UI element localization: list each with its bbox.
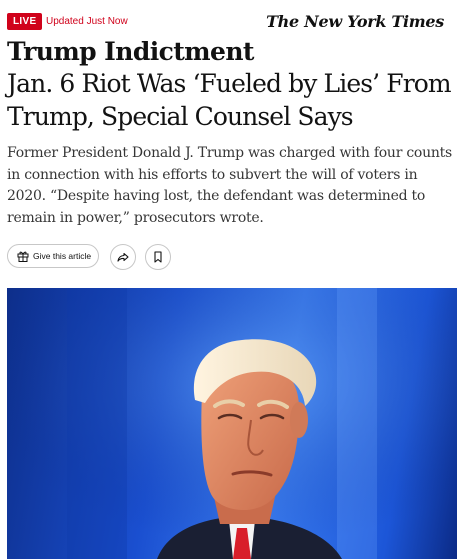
- give-article-button[interactable]: Give this article: [7, 244, 99, 268]
- article-kicker[interactable]: Trump Indictment: [7, 36, 459, 67]
- bookmark-icon: [154, 251, 162, 263]
- live-badge[interactable]: LIVE: [7, 13, 43, 30]
- article-actions: Give this article: [7, 244, 207, 270]
- nyt-logo[interactable]: The New York Times: [266, 11, 444, 33]
- updated-timestamp: Updated Just Now: [46, 16, 128, 27]
- article-headline[interactable]: Jan. 6 Riot Was ‘Fueled by Lies’ From Tr…: [7, 67, 459, 133]
- gift-icon: [17, 251, 29, 262]
- article-summary: Former President Donald J. Trump was cha…: [7, 145, 452, 226]
- share-button[interactable]: [110, 244, 136, 270]
- article-photo[interactable]: [7, 288, 457, 559]
- save-button[interactable]: [145, 244, 171, 270]
- give-article-label: Give this article: [33, 251, 92, 261]
- headline-block: Trump Indictment Jan. 6 Riot Was ‘Fueled…: [7, 36, 459, 133]
- top-bar: LIVE Updated Just Now The New York Times: [7, 11, 457, 35]
- share-icon: [117, 252, 129, 262]
- portrait-illustration: [7, 288, 457, 559]
